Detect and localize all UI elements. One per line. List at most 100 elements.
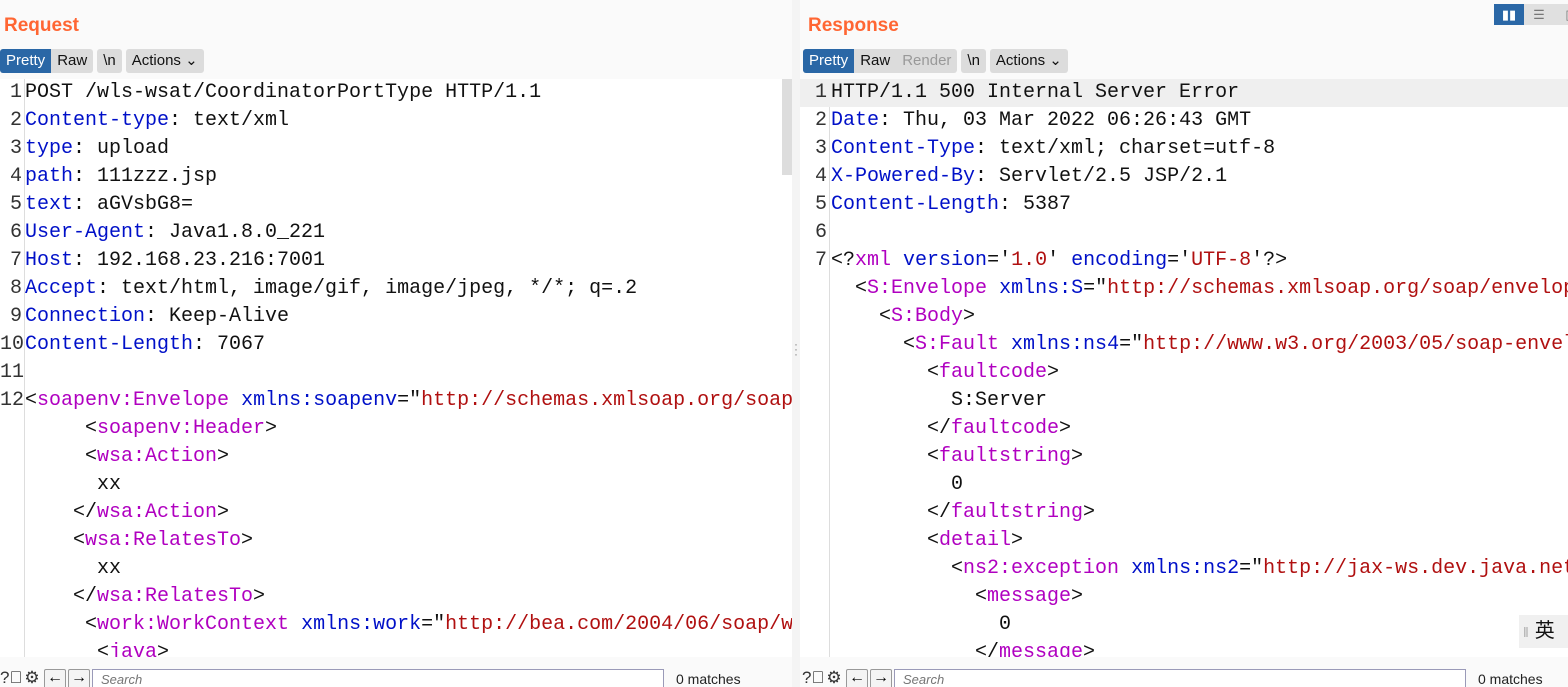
text: > xyxy=(265,417,278,440)
text: <? xyxy=(831,249,856,272)
line-number: 4 xyxy=(9,165,22,188)
search-input[interactable] xyxy=(92,669,664,687)
match-count: 0 matches xyxy=(676,671,741,687)
search-input[interactable] xyxy=(894,669,1466,687)
tab-raw[interactable]: Raw xyxy=(854,49,896,73)
previous-match-button[interactable]: ← xyxy=(44,669,66,687)
line-content: </faultcode> xyxy=(927,415,1071,443)
code-line: 2 Date: Thu, 03 Mar 2022 06:26:43 GMT xyxy=(800,107,1568,135)
text: xx xyxy=(97,473,122,496)
help-icon[interactable]: ?⃝ xyxy=(802,669,824,687)
line-content: <?xml version='1.0' encoding='UTF-8'?> xyxy=(831,247,1287,275)
line-content: </wsa:Action> xyxy=(73,499,229,527)
line-content: <wsa:RelatesTo> xyxy=(73,527,253,555)
response-editor[interactable]: 1 HTTP/1.1 500 Internal Server Error 2 Date… xyxy=(800,79,1568,657)
gear-icon[interactable]: ⚙ xyxy=(22,669,42,687)
line-content: Host: 192.168.23.216:7001 xyxy=(25,247,325,275)
newline-toggle[interactable]: \n xyxy=(961,49,986,73)
line-content: <work:WorkContext xmlns:work="http://bea… xyxy=(85,611,792,639)
text: =" xyxy=(397,389,422,412)
line-content: type: upload xyxy=(25,135,169,163)
code-line: 6 User-Agent: Java1.8.0_221 xyxy=(0,219,792,247)
header-name: X-Powered-By xyxy=(831,165,976,188)
line-number: 4 xyxy=(814,165,827,188)
line-content: POST /wls-wsat/CoordinatorPortType HTTP/… xyxy=(25,79,541,107)
actions-dropdown[interactable]: Actions ⌄ xyxy=(990,49,1068,73)
line-content: <ns2:exception xmlns:ns2="http://jax-ws.… xyxy=(951,555,1568,583)
next-match-button[interactable]: → xyxy=(870,669,892,687)
line-content: Content-type: text/xml xyxy=(25,107,289,135)
line-content: <message> xyxy=(975,583,1083,611)
newline-toggle[interactable]: \n xyxy=(97,49,122,73)
next-match-button[interactable]: → xyxy=(68,669,90,687)
xml-tag: wsa:Action xyxy=(97,445,218,468)
tab-raw[interactable]: Raw xyxy=(51,49,93,73)
text: < xyxy=(97,641,110,657)
text: < xyxy=(85,613,98,636)
text: : aGVsbG8= xyxy=(73,193,194,216)
text: < xyxy=(975,585,988,608)
xml-tag: ns2:exception xyxy=(963,557,1120,580)
text: POST /wls-wsat/CoordinatorPortType HTTP/… xyxy=(25,81,542,104)
drag-handle-icon[interactable]: · · · xyxy=(794,338,798,360)
text xyxy=(987,277,999,300)
text: : 111zzz.jsp xyxy=(73,165,218,188)
header-name: type xyxy=(25,137,74,160)
text: < xyxy=(903,333,916,356)
single-pane-icon[interactable]: ▯ xyxy=(1554,4,1568,25)
code-line: <faultcode> xyxy=(800,359,1568,387)
tab-render[interactable]: Render xyxy=(896,49,957,73)
help-icon[interactable]: ?⃝ xyxy=(0,669,22,687)
text: < xyxy=(951,557,964,580)
line-content: Content-Type: text/xml; charset=utf-8 xyxy=(831,135,1275,163)
text: > xyxy=(241,529,254,552)
response-title: Response xyxy=(808,15,899,36)
text: > xyxy=(963,305,976,328)
code-line: 1 POST /wls-wsat/CoordinatorPortType HTTP… xyxy=(0,79,792,107)
previous-match-button[interactable]: ← xyxy=(846,669,868,687)
ime-indicator[interactable]: ‖ 英 xyxy=(1519,615,1568,648)
response-pane: Response Pretty Raw Render \n Actions ⌄ … xyxy=(800,0,1568,687)
split-horizontal-icon[interactable]: ▮▮ xyxy=(1494,4,1524,25)
xml-attribute: version xyxy=(903,249,988,272)
text: < xyxy=(25,389,38,412)
xml-tag: faultcode xyxy=(939,361,1048,384)
response-view-tabs: Pretty Raw Render \n Actions ⌄ xyxy=(803,49,1068,73)
text: : 7067 xyxy=(193,333,266,356)
code-line: </faultstring> xyxy=(800,499,1568,527)
line-number: 7 xyxy=(814,249,827,272)
line-content: User-Agent: Java1.8.0_221 xyxy=(25,219,325,247)
code-line: 12 <soapenv:Envelope xmlns:soapenv="http:… xyxy=(0,387,792,415)
string-value: UTF-8 xyxy=(1191,249,1252,272)
tab-pretty[interactable]: Pretty xyxy=(0,49,52,73)
code-line: <wsa:RelatesTo> xyxy=(0,527,792,555)
tab-pretty[interactable]: Pretty xyxy=(803,49,855,73)
text: : 5387 xyxy=(999,193,1072,216)
text xyxy=(891,249,903,272)
xml-tag: soapenv:Envelope xyxy=(37,389,230,412)
line-content: text: aGVsbG8= xyxy=(25,191,193,219)
split-vertical-icon[interactable]: ☰ xyxy=(1524,4,1554,25)
request-editor[interactable]: 1 POST /wls-wsat/CoordinatorPortType HTTP… xyxy=(0,79,792,657)
text: > xyxy=(217,501,230,524)
code-line: 10 Content-Length: 7067 xyxy=(0,331,792,359)
text: > xyxy=(1071,585,1084,608)
code-line: 1 HTTP/1.1 500 Internal Server Error xyxy=(800,79,1568,107)
line-number: 1 xyxy=(9,81,22,104)
text: =" xyxy=(421,613,446,636)
xml-tag: faultstring xyxy=(939,445,1072,468)
line-number: 2 xyxy=(9,109,22,132)
xml-tag: wsa:Action xyxy=(97,501,218,524)
text: > xyxy=(253,585,266,608)
gear-icon[interactable]: ⚙ xyxy=(824,669,844,687)
code-line: <S:Envelope xmlns:S="http://schemas.xmls… xyxy=(800,275,1568,303)
search-bar: ?⃝ ⚙ ← → 0 matches xyxy=(0,669,792,687)
xml-tag: java xyxy=(109,641,158,657)
xml-tag: S:Body xyxy=(891,305,964,328)
xml-tag: wsa:RelatesTo xyxy=(97,585,254,608)
code-line: </message> xyxy=(800,639,1568,657)
text: HTTP/1.1 500 Internal Server Error xyxy=(831,81,1240,104)
text: < xyxy=(85,445,98,468)
line-number: 6 xyxy=(9,221,22,244)
actions-dropdown[interactable]: Actions ⌄ xyxy=(126,49,204,73)
